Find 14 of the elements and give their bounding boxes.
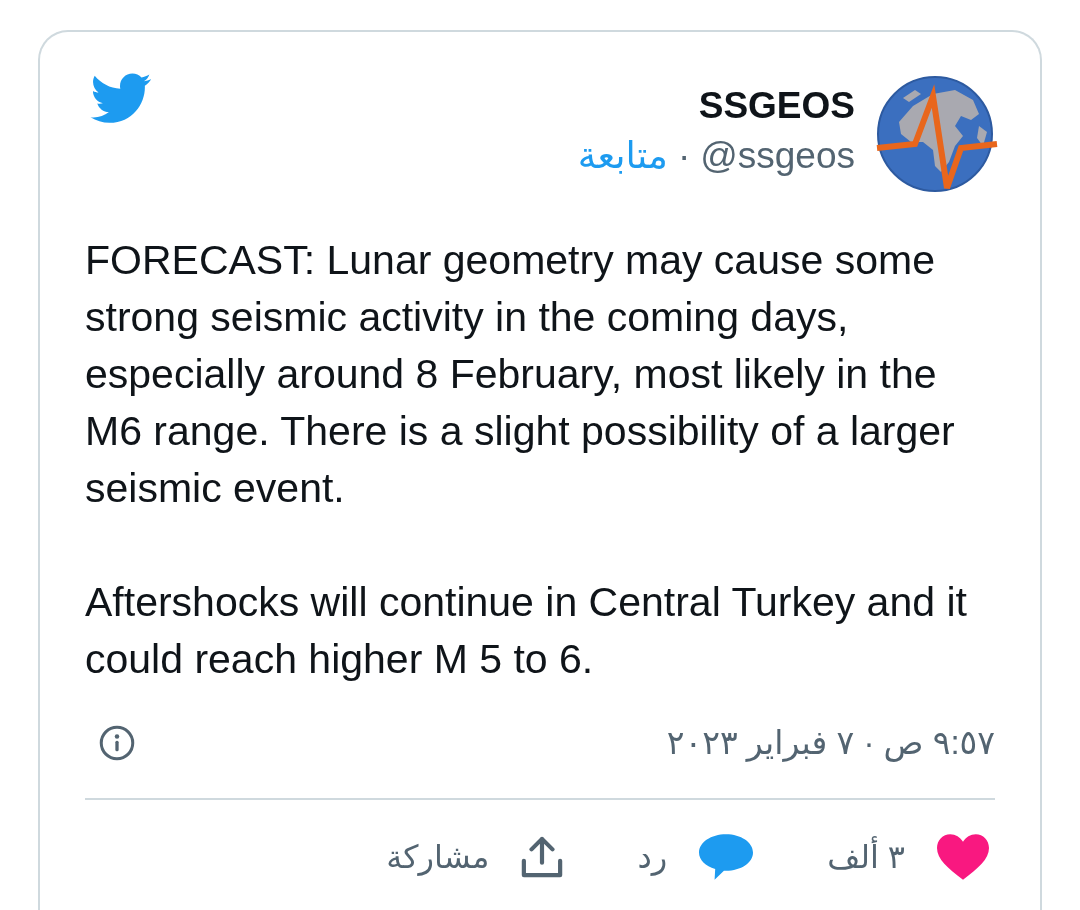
user-handle[interactable]: @ssgeos [700, 130, 855, 182]
speech-bubble-icon [699, 834, 754, 880]
bird-icon[interactable] [88, 72, 152, 126]
reply-button[interactable]: رد [637, 834, 754, 880]
share-icon [521, 836, 564, 878]
tweet-text: FORECAST: Lunar geometry may cause some strong seismic activity in the coming days, especially around 8 February, most likely in the M6 range. There is a slight possibility of a larger seismic event. [85, 236, 956, 513]
heart-icon [937, 834, 989, 880]
info-icon[interactable] [99, 725, 135, 761]
like-button[interactable]: ٣ ألف [827, 834, 989, 880]
separator-text: · [677, 134, 691, 178]
share-button[interactable]: مشاركة [386, 836, 564, 878]
tweet-timestamp[interactable]: ٩:٥٧ ص · ٧ فبراير ٢٠٢٣ [666, 722, 995, 764]
display-name[interactable]: SSGEOS [698, 82, 855, 130]
tweet-text: Aftershocks will continue in Central Turkey and it could reach higher M 5 to 6. [85, 578, 968, 684]
